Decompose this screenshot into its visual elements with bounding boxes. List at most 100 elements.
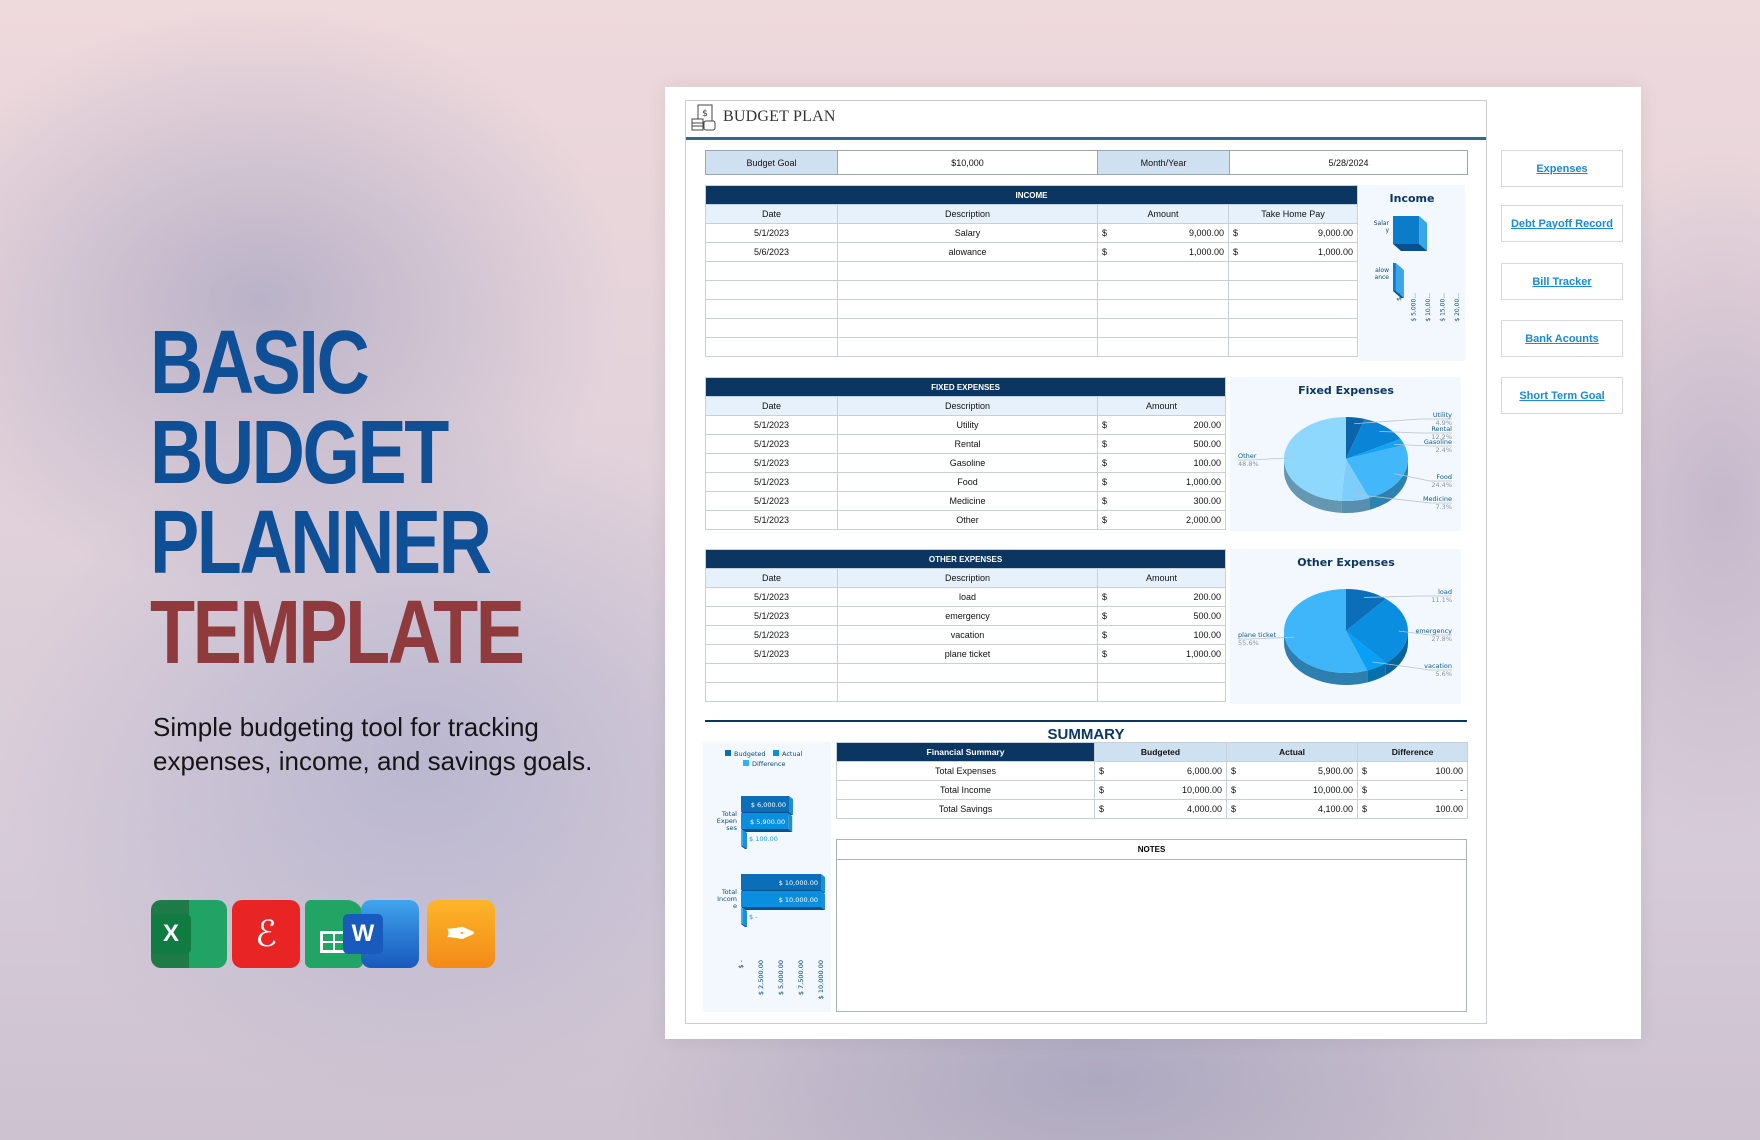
description-cell[interactable]: alowance bbox=[837, 242, 1098, 262]
description-cell[interactable]: Other bbox=[837, 510, 1098, 530]
amount-cell[interactable]: 500.00 bbox=[1117, 434, 1227, 454]
budget-goal-value[interactable]: $10,000 bbox=[837, 150, 1098, 175]
empty-cell[interactable] bbox=[705, 663, 838, 683]
take-home-cell[interactable]: 9,000.00 bbox=[1248, 223, 1359, 243]
description-cell[interactable]: Gasoline bbox=[837, 453, 1098, 473]
empty-cell[interactable] bbox=[1227, 280, 1359, 300]
description-cell[interactable]: Utility bbox=[837, 415, 1098, 435]
description-cell[interactable]: plane ticket bbox=[837, 644, 1098, 664]
empty-cell[interactable] bbox=[837, 337, 1098, 357]
description-cell[interactable]: Rental bbox=[837, 434, 1098, 454]
date-cell[interactable]: 5/1/2023 bbox=[705, 415, 838, 435]
budgeted-cell[interactable]: 10,000.00 bbox=[1114, 780, 1228, 800]
amount-cell[interactable]: 1,000.00 bbox=[1117, 644, 1227, 664]
amount-cell[interactable]: 300.00 bbox=[1117, 491, 1227, 511]
empty-cell[interactable] bbox=[705, 299, 838, 319]
amount-cell[interactable]: 100.00 bbox=[1117, 625, 1227, 645]
word-icon: W bbox=[343, 900, 419, 968]
actual-cell[interactable]: 5,900.00 bbox=[1246, 761, 1359, 781]
nav-link-bank-accounts[interactable]: Bank Acounts bbox=[1501, 320, 1623, 357]
actual-cell[interactable]: 4,100.00 bbox=[1246, 799, 1359, 819]
empty-cell[interactable] bbox=[1097, 299, 1229, 319]
hero-title-line: BASIC bbox=[150, 313, 370, 413]
table-row: 5/6/2023 alowance $ 1,000.00 $ 1,000.00 bbox=[705, 242, 1359, 262]
difference-cell[interactable]: 100.00 bbox=[1377, 799, 1469, 819]
budgeted-cell[interactable]: 6,000.00 bbox=[1114, 761, 1228, 781]
empty-cell[interactable] bbox=[837, 261, 1098, 281]
date-cell[interactable]: 5/1/2023 bbox=[705, 606, 838, 626]
date-cell[interactable]: 5/6/2023 bbox=[705, 242, 838, 262]
take-home-cell[interactable]: 1,000.00 bbox=[1248, 242, 1359, 262]
description-cell[interactable]: Food bbox=[837, 472, 1098, 492]
empty-cell[interactable] bbox=[837, 318, 1098, 338]
empty-cell[interactable] bbox=[1097, 261, 1229, 281]
fixed-expenses-chart[interactable]: Fixed Expenses Utility 4.9% Rental 12.2% Gas… bbox=[1230, 377, 1461, 531]
date-cell[interactable]: 5/1/2023 bbox=[705, 223, 838, 243]
column-header: Description bbox=[837, 204, 1098, 224]
empty-cell[interactable] bbox=[837, 663, 1098, 683]
date-cell[interactable]: 5/1/2023 bbox=[705, 472, 838, 492]
budgeted-cell[interactable]: 4,000.00 bbox=[1114, 799, 1228, 819]
amount-cell[interactable]: 200.00 bbox=[1117, 587, 1227, 607]
actual-cell[interactable]: 10,000.00 bbox=[1246, 780, 1359, 800]
empty-cell[interactable] bbox=[1227, 299, 1359, 319]
currency-cell: $ bbox=[1226, 780, 1247, 800]
empty-cell[interactable] bbox=[1097, 280, 1229, 300]
description-cell[interactable]: emergency bbox=[837, 606, 1098, 626]
other-expenses-chart[interactable]: Other Expenses load 11.1% emergency 27.8% va… bbox=[1230, 549, 1461, 704]
column-header: Financial Summary bbox=[836, 742, 1095, 762]
date-cell[interactable]: 5/1/2023 bbox=[705, 625, 838, 645]
amount-cell[interactable]: 1,000.00 bbox=[1117, 242, 1229, 262]
date-cell[interactable]: 5/1/2023 bbox=[705, 434, 838, 454]
amount-cell[interactable]: 100.00 bbox=[1117, 453, 1227, 473]
date-cell[interactable]: 5/1/2023 bbox=[705, 644, 838, 664]
description-cell[interactable]: load bbox=[837, 587, 1098, 607]
table-row: 5/1/2023 Rental $ 500.00 bbox=[705, 434, 1227, 454]
hero-subtitle-line: Simple budgeting tool for tracking bbox=[153, 712, 539, 742]
description-cell[interactable]: Salary bbox=[837, 223, 1098, 243]
amount-cell[interactable]: 500.00 bbox=[1117, 606, 1227, 626]
empty-cell[interactable] bbox=[1097, 337, 1229, 357]
empty-row bbox=[705, 663, 1227, 683]
header-rule bbox=[686, 137, 1486, 140]
amount-cell[interactable]: 1,000.00 bbox=[1117, 472, 1227, 492]
empty-cell[interactable] bbox=[705, 337, 838, 357]
amount-cell[interactable]: 9,000.00 bbox=[1117, 223, 1229, 243]
empty-cell[interactable] bbox=[1097, 318, 1229, 338]
nav-link-bill-tracker[interactable]: Bill Tracker bbox=[1501, 263, 1623, 300]
empty-cell[interactable] bbox=[837, 299, 1098, 319]
empty-cell[interactable] bbox=[1227, 261, 1359, 281]
summary-chart[interactable]: Budgeted Actual Difference $ 6,000.00 $ 5,90… bbox=[703, 742, 831, 1012]
empty-cell[interactable] bbox=[705, 280, 838, 300]
fixed-expenses-chart-svg: Fixed Expenses Utility4.9%Rental12.2%Gas… bbox=[1238, 384, 1452, 513]
date-cell[interactable]: 5/1/2023 bbox=[705, 453, 838, 473]
amount-cell[interactable]: 2,000.00 bbox=[1117, 510, 1227, 530]
date-cell[interactable]: 5/1/2023 bbox=[705, 510, 838, 530]
empty-cell[interactable] bbox=[837, 682, 1098, 702]
legend-label: Actual bbox=[782, 750, 803, 758]
notes-box[interactable]: NOTES bbox=[836, 839, 1467, 1012]
amount-cell[interactable]: 200.00 bbox=[1117, 415, 1227, 435]
empty-cell[interactable] bbox=[1227, 318, 1359, 338]
empty-cell[interactable] bbox=[1096, 682, 1227, 702]
budget-goal-label: Budget Goal bbox=[705, 150, 838, 175]
month-year-value[interactable]: 5/28/2024 bbox=[1229, 150, 1468, 175]
date-cell[interactable]: 5/1/2023 bbox=[705, 491, 838, 511]
empty-cell[interactable] bbox=[1227, 337, 1359, 357]
nav-link-short-term-goal[interactable]: Short Term Goal bbox=[1501, 377, 1623, 414]
difference-cell[interactable]: 100.00 bbox=[1377, 761, 1469, 781]
income-chart[interactable]: Income Salar y alow ance $ - $ 5,000... $ 10,0… bbox=[1359, 185, 1465, 361]
nav-link-expenses[interactable]: Expenses bbox=[1501, 150, 1623, 187]
x-tick-label: $ 7,500.00 bbox=[797, 960, 805, 995]
description-cell[interactable]: vacation bbox=[837, 625, 1098, 645]
empty-cell[interactable] bbox=[705, 682, 838, 702]
empty-cell[interactable] bbox=[705, 261, 838, 281]
empty-cell[interactable] bbox=[1096, 663, 1227, 683]
empty-cell[interactable] bbox=[705, 318, 838, 338]
difference-cell[interactable]: - bbox=[1377, 780, 1469, 800]
nav-link-debt-payoff-record[interactable]: Debt Payoff Record bbox=[1501, 205, 1623, 242]
notes-content[interactable] bbox=[837, 860, 1466, 1010]
description-cell[interactable]: Medicine bbox=[837, 491, 1098, 511]
empty-cell[interactable] bbox=[837, 280, 1098, 300]
date-cell[interactable]: 5/1/2023 bbox=[705, 587, 838, 607]
